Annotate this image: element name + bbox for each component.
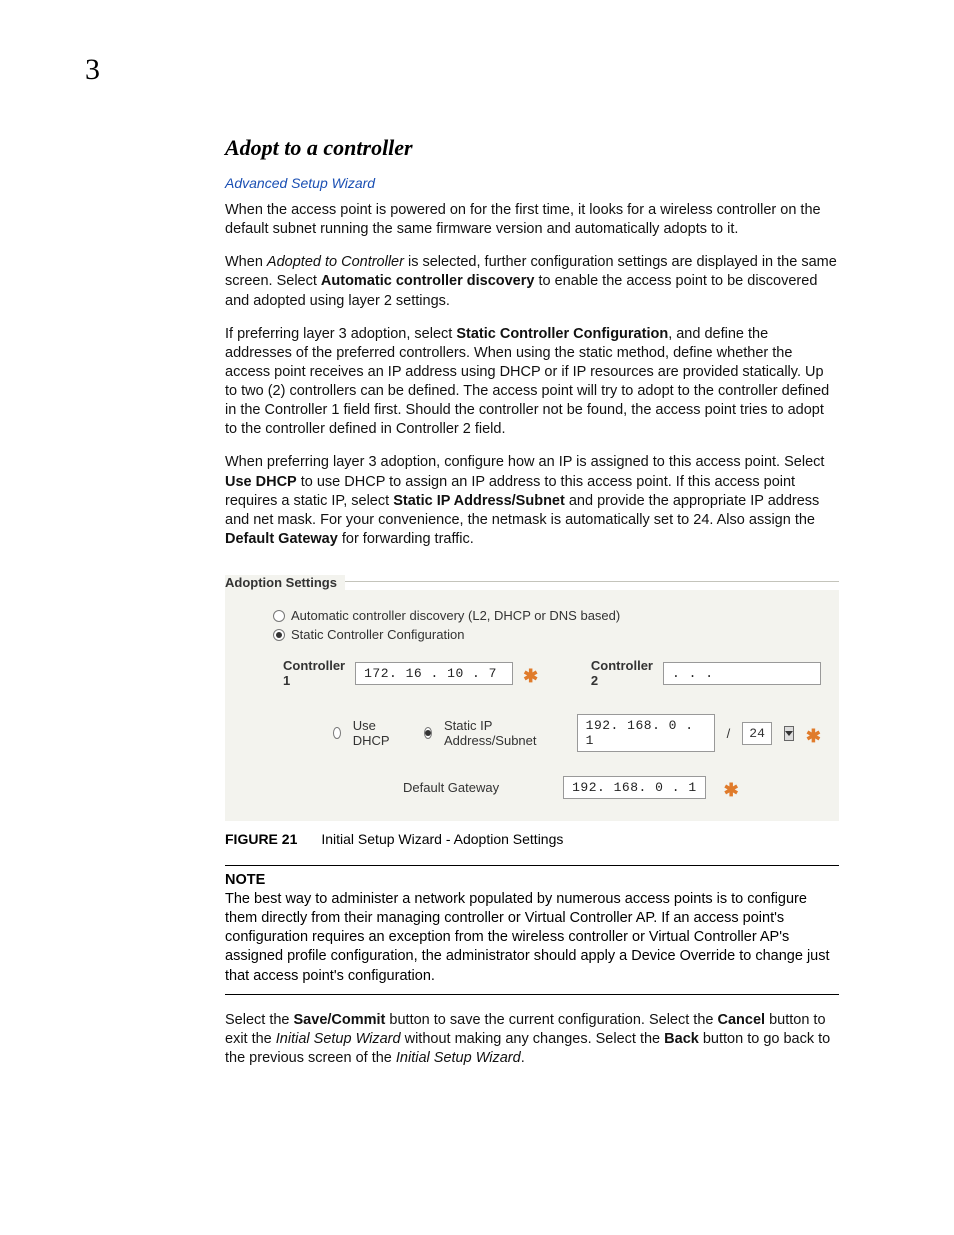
use-dhcp-label[interactable]: Use DHCP	[353, 718, 390, 748]
required-star-icon: ✱	[806, 726, 821, 747]
paragraph-2: When Adopted to Controller is selected, …	[225, 253, 839, 310]
adoption-settings-panel: Adoption Settings Automatic controller d…	[225, 563, 839, 821]
bold-text: Automatic controller discovery	[321, 273, 535, 289]
radio-label: Static Controller Configuration	[291, 627, 464, 642]
text: .	[521, 1050, 525, 1066]
bold-text: Static Controller Configuration	[456, 326, 668, 342]
required-star-icon: ✱	[724, 780, 739, 801]
text: If preferring layer 3 adoption, select	[225, 326, 456, 342]
text: without making any changes. Select the	[401, 1031, 665, 1047]
italic-text: Initial Setup Wizard	[276, 1031, 401, 1047]
panel-body: Automatic controller discovery (L2, DHCP…	[225, 590, 839, 821]
controller-1-input[interactable]: 172. 16 . 10 . 7	[355, 662, 513, 685]
radio-icon	[424, 727, 432, 739]
controller-2-input[interactable]: . . .	[663, 662, 821, 685]
text: button to save the current configuration…	[385, 1012, 717, 1028]
default-gateway-row: Default Gateway 192. 168. 0 . 1 ✱	[403, 776, 821, 799]
note-title: NOTE	[225, 872, 839, 888]
radio-auto-discovery[interactable]: Automatic controller discovery (L2, DHCP…	[273, 608, 821, 623]
page: 3 Adopt to a controller Advanced Setup W…	[0, 0, 954, 1235]
radio-label: Automatic controller discovery (L2, DHCP…	[291, 608, 620, 623]
bold-text: Save/Commit	[294, 1012, 386, 1028]
default-gateway-input[interactable]: 192. 168. 0 . 1	[563, 776, 706, 799]
text: When preferring layer 3 adoption, config…	[225, 454, 824, 470]
static-ip-input[interactable]: 192. 168. 0 . 1	[577, 714, 715, 752]
default-gateway-label: Default Gateway	[403, 780, 499, 795]
radio-icon	[273, 610, 285, 622]
paragraph-3: If preferring layer 3 adoption, select S…	[225, 325, 839, 440]
radio-icon	[333, 727, 341, 739]
paragraph-5: Select the Save/Commit button to save th…	[225, 1011, 839, 1068]
bold-text: Cancel	[717, 1012, 765, 1028]
note-block: NOTE The best way to administer a networ…	[225, 865, 839, 995]
controller-1-label: Controller 1	[283, 658, 345, 688]
section-title: Adopt to a controller	[225, 135, 839, 161]
text: When	[225, 254, 267, 270]
chapter-number: 3	[85, 55, 100, 85]
radio-icon	[273, 629, 285, 641]
text: for forwarding traffic.	[338, 531, 474, 547]
ip-mode-row: Use DHCP Static IP Address/Subnet 192. 1…	[333, 714, 821, 752]
italic-text: Adopted to Controller	[267, 254, 404, 270]
static-ip-label[interactable]: Static IP Address/Subnet	[444, 718, 537, 748]
figure-number: FIGURE 21	[225, 831, 297, 847]
bold-text: Static IP Address/Subnet	[393, 493, 565, 509]
controller-row: Controller 1 172. 16 . 10 . 7 ✱ Controll…	[283, 658, 821, 688]
italic-text: Initial Setup Wizard	[396, 1050, 521, 1066]
netmask-input[interactable]: 24	[742, 722, 772, 745]
text: , and define the addresses of the prefer…	[225, 326, 829, 438]
bold-text: Use DHCP	[225, 474, 297, 490]
controller-2-label: Controller 2	[591, 658, 653, 688]
radio-static-config[interactable]: Static Controller Configuration	[273, 627, 821, 642]
chevron-down-icon[interactable]	[784, 726, 794, 741]
content-area: Adopt to a controller Advanced Setup Wiz…	[225, 60, 839, 1068]
bold-text: Back	[664, 1031, 699, 1047]
paragraph-4: When preferring layer 3 adoption, config…	[225, 453, 839, 549]
panel-legend: Adoption Settings	[225, 575, 345, 590]
figure-caption: FIGURE 21 Initial Setup Wizard - Adoption…	[225, 831, 839, 847]
required-star-icon: ✱	[523, 666, 538, 687]
figure-title: Initial Setup Wizard - Adoption Settings	[321, 831, 563, 847]
text: Select the	[225, 1012, 294, 1028]
paragraph-1: When the access point is powered on for …	[225, 201, 839, 239]
breadcrumb: Advanced Setup Wizard	[225, 175, 839, 191]
bold-text: Default Gateway	[225, 531, 338, 547]
slash: /	[727, 726, 731, 741]
note-body: The best way to administer a network pop…	[225, 890, 839, 986]
